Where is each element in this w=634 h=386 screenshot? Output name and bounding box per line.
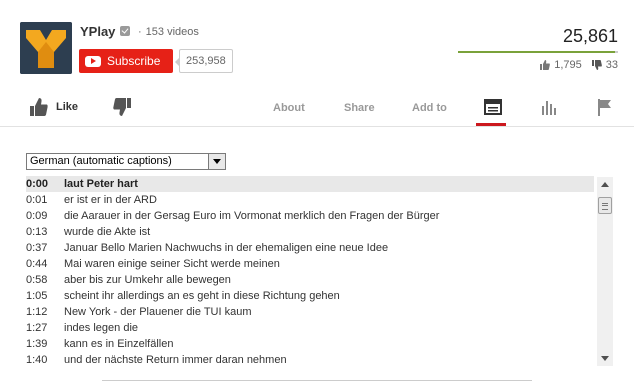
chevron-down-icon <box>208 154 225 169</box>
channel-name[interactable]: YPlay <box>80 24 115 39</box>
video-count-label: 153 videos <box>145 26 199 38</box>
thumbs-up-icon <box>30 98 48 116</box>
verified-icon <box>120 26 130 36</box>
thumbs-up-small-icon <box>540 60 551 70</box>
transcript-text: New York - der Plauener die TUI kaum <box>64 306 252 318</box>
like-button[interactable]: Like <box>30 98 78 116</box>
tab-share[interactable]: Share <box>344 102 375 114</box>
transcript-text: Januar Bello Marien Nachwuchs in der ehe… <box>64 242 389 254</box>
transcript-text: aber bis zur Umkehr alle bewegen <box>64 274 231 286</box>
transcript-line[interactable]: 1:40 und der nächste Return immer daran n… <box>26 352 594 368</box>
transcript-timestamp: 1:12 <box>26 306 48 318</box>
like-label: Like <box>56 101 79 113</box>
video-count[interactable]: · 153 videos <box>138 26 199 38</box>
transcript-text: er ist er in der ARD <box>64 194 157 206</box>
transcript-timestamp: 0:01 <box>26 194 48 206</box>
transcript-timestamp: 0:37 <box>26 242 48 254</box>
scroll-up-arrow-icon[interactable] <box>597 177 613 193</box>
transcript-timestamp: 0:09 <box>26 210 48 222</box>
thumbs-down-icon <box>113 98 131 116</box>
transcript-line[interactable]: 0:00 laut Peter hart <box>26 176 594 192</box>
transcript-line[interactable]: 0:58 aber bis zur Umkehr alle bewegen <box>26 272 594 288</box>
transcript-line[interactable]: 0:09 die Aarauer in der Gersag Euro im Vo… <box>26 208 594 224</box>
transcript-line[interactable]: 1:05 scheint ihr allerdings an es geht in… <box>26 288 594 304</box>
scroll-down-arrow-icon[interactable] <box>597 350 613 366</box>
transcript-timestamp: 0:58 <box>26 274 48 286</box>
statistics-icon[interactable] <box>540 98 558 116</box>
thumbs-down-small-icon <box>591 60 602 70</box>
transcript-timestamp: 0:44 <box>26 258 48 270</box>
transcript-text: indes legen die <box>64 322 139 334</box>
view-count: 25,861 <box>562 26 618 46</box>
transcript-text: laut Peter hart <box>64 178 138 190</box>
transcript-timestamp: 1:39 <box>26 338 48 350</box>
sentiment-bar <box>458 51 618 53</box>
scroll-thumb[interactable] <box>598 197 612 214</box>
transcript-line[interactable]: 0:37 Januar Bello Marien Nachwuchs in der… <box>26 240 594 256</box>
sentiment-like-fill <box>458 51 615 53</box>
divider <box>0 126 634 127</box>
transcript-text: wurde die Akte ist <box>64 226 151 238</box>
likes-summary: 1,795 33 <box>540 59 618 71</box>
transcript-timestamp: 1:05 <box>26 290 48 302</box>
subscribe-button[interactable]: Subscribe <box>79 49 173 73</box>
channel-avatar[interactable] <box>20 22 72 74</box>
caption-language-value: German (automatic captions) <box>30 155 172 167</box>
transcript-text: Mai waren einige seiner Sicht werde mein… <box>64 258 280 270</box>
transcript-line[interactable]: 1:39 kann es in Einzelfällen <box>26 336 594 352</box>
dislikes-count: 33 <box>605 59 618 71</box>
youtube-logo-icon <box>85 55 101 67</box>
transcript-text: kann es in Einzelfällen <box>64 338 174 350</box>
action-bar: Like About Share Add to <box>0 92 634 126</box>
transcript-timestamp: 0:13 <box>26 226 48 238</box>
transcript-timestamp: 1:27 <box>26 322 48 334</box>
transcript-line[interactable]: 1:12 New York - der Plauener die TUI kaum <box>26 304 594 320</box>
transcript-text: und der nächste Return immer daran nehme… <box>64 354 287 366</box>
transcript-line[interactable]: 0:01 er ist er in der ARD <box>26 192 594 208</box>
subscribe-label: Subscribe <box>107 54 161 68</box>
transcript-line[interactable]: 1:27 indes legen die <box>26 320 594 336</box>
transcript-line[interactable]: 0:13 wurde die Akte ist <box>26 224 594 240</box>
transcript-list: 0:00 laut Peter hart 0:01 er ist er in der … <box>26 176 594 368</box>
bottom-divider <box>102 380 532 381</box>
caption-language-select[interactable]: German (automatic captions) <box>26 153 226 170</box>
tab-about[interactable]: About <box>273 102 305 114</box>
subscriber-count: 253,958 <box>175 49 233 73</box>
transcript-icon[interactable] <box>484 98 502 116</box>
tab-add-to[interactable]: Add to <box>412 102 447 114</box>
transcript-line[interactable]: 0:44 Mai waren einige seiner Sicht werde … <box>26 256 594 272</box>
dislike-button[interactable] <box>113 98 131 121</box>
transcript-scrollbar[interactable] <box>597 177 613 366</box>
transcript-text: die Aarauer in der Gersag Euro im Vormon… <box>64 210 440 222</box>
report-flag-icon[interactable] <box>596 98 614 116</box>
transcript-text: scheint ihr allerdings an es geht in die… <box>64 290 340 302</box>
transcript-timestamp: 0:00 <box>26 178 49 190</box>
transcript-timestamp: 1:40 <box>26 354 48 366</box>
likes-count: 1,795 <box>554 59 582 71</box>
